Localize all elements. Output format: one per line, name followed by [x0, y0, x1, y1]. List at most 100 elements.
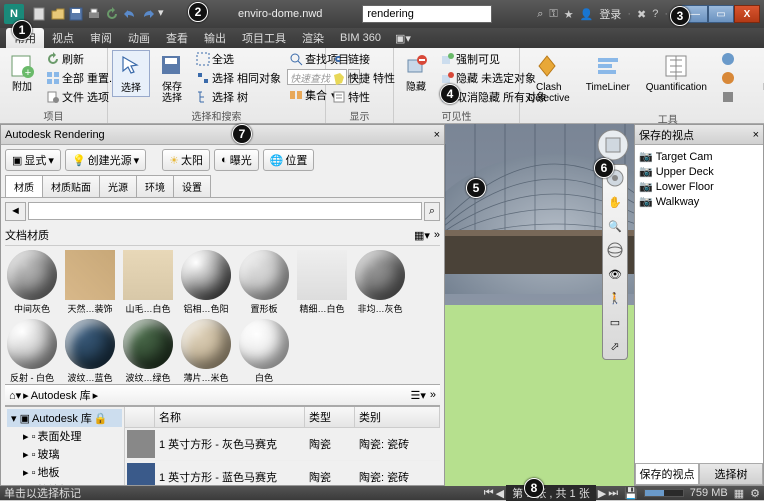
col-name[interactable]: 名称 [155, 407, 305, 427]
panel-close-icon[interactable]: × [753, 129, 759, 141]
viewcube[interactable] [596, 128, 630, 162]
key-icon[interactable]: ⚿ [549, 8, 557, 21]
dropdown-icon[interactable]: ▾ [158, 6, 174, 22]
next-icon[interactable]: ▶ [598, 487, 606, 500]
rendering-panel-header[interactable]: Autodesk Rendering × [1, 125, 444, 145]
exchange-icon[interactable]: ✖ [637, 8, 646, 21]
undo-icon[interactable] [122, 6, 138, 22]
tree-node[interactable]: ▾ ▣ Autodesk 库 🔒 [7, 409, 122, 427]
favorite-icon[interactable]: ★ [564, 8, 574, 21]
datatools-button[interactable]: DataTools [759, 50, 764, 95]
append-button[interactable]: + 附加 [4, 50, 40, 95]
create-light-button[interactable]: 💡创建光源▾ [65, 149, 146, 171]
select-icon[interactable]: ▭ [606, 313, 624, 331]
panel-close-icon[interactable]: × [434, 129, 440, 141]
new-icon[interactable] [32, 6, 48, 22]
tab-project-tools[interactable]: 项目工具 [234, 28, 294, 48]
tab-lighting[interactable]: 光源 [99, 175, 137, 197]
tab-render[interactable]: 渲染 [294, 28, 332, 48]
list-view-icon[interactable]: ☰▾ [410, 389, 425, 402]
saved-view-item[interactable]: 📷Lower Floor [639, 179, 759, 194]
saved-view-item[interactable]: 📷Walkway [639, 194, 759, 209]
library-row[interactable]: 1 英寸方形 - 蓝色马赛克陶瓷陶瓷: 瓷砖 [125, 461, 440, 485]
tab-bim360[interactable]: BIM 360 [332, 30, 389, 46]
grid-view-icon[interactable]: ▦▾ [414, 229, 430, 242]
saved-view-item[interactable]: 📷Target Cam [639, 149, 759, 164]
material-item[interactable]: 置形板 [237, 250, 291, 315]
sort-icon[interactable]: » [434, 229, 440, 242]
material-item[interactable]: 铝相…色阳 [179, 250, 233, 315]
save-icon[interactable] [68, 6, 84, 22]
appearance-icon[interactable] [721, 71, 735, 88]
help-search-input[interactable] [367, 8, 487, 20]
redo-icon[interactable] [140, 6, 156, 22]
select-all-button[interactable]: 全选 [194, 50, 283, 68]
show-button[interactable]: ▣显式▾ [5, 149, 61, 171]
tab-view[interactable]: 查看 [158, 28, 196, 48]
tab-settings[interactable]: 设置 [173, 175, 211, 197]
back-icon[interactable]: ◄ [5, 202, 26, 221]
location-button[interactable]: 🌐位置 [263, 149, 315, 171]
tab-viewpoint[interactable]: 视点 [44, 28, 82, 48]
tree-node[interactable]: ▸ ▫ 地板 [7, 463, 122, 481]
last-icon[interactable]: ⏭ [608, 487, 618, 500]
timeliner-button[interactable]: TimeLiner [582, 50, 634, 95]
pan-icon[interactable]: ✋ [606, 193, 624, 211]
material-item[interactable]: 天然…装饰 [63, 250, 117, 315]
login-link[interactable]: 登录 [599, 6, 621, 22]
tab-animation[interactable]: 动画 [120, 28, 158, 48]
close-button[interactable]: X [734, 5, 760, 23]
grid-icon[interactable]: ▦ [734, 487, 744, 500]
hide-button[interactable]: 隐藏 [398, 50, 434, 95]
tab-selection-tree[interactable]: 选择树 [699, 463, 763, 485]
batch-icon[interactable] [721, 90, 735, 107]
save-selection-button[interactable]: 保存 选择 [154, 50, 190, 106]
print-icon[interactable] [86, 6, 102, 22]
tab-material[interactable]: 材质 [5, 175, 43, 197]
orbit-icon[interactable] [606, 241, 624, 259]
tab-environment[interactable]: 环境 [136, 175, 174, 197]
tab-output[interactable]: 输出 [196, 28, 234, 48]
saved-view-item[interactable]: 📷Upper Deck [639, 164, 759, 179]
material-item[interactable]: 精细…白色 [295, 250, 349, 315]
home-icon[interactable]: ⌂▾ [9, 389, 21, 402]
quantification-button[interactable]: Quantification [642, 50, 711, 95]
first-icon[interactable]: ⏮ [484, 487, 494, 500]
clash-detective-button[interactable]: Clash Detective [524, 50, 574, 106]
help-icon[interactable]: ? [652, 8, 658, 20]
selection-tree-button[interactable]: 选择 树 [194, 88, 283, 106]
col-type[interactable]: 类型 [305, 407, 355, 427]
binoculars-icon[interactable]: ⌕ [537, 8, 543, 21]
library-row[interactable]: 1 英寸方形 - 灰色马赛克陶瓷陶瓷: 瓷砖 [125, 428, 440, 461]
select-button[interactable]: 选择 [112, 50, 150, 97]
ribbon-collapse-icon[interactable]: ▣▾ [395, 32, 411, 45]
zoom-icon[interactable]: 🔍 [606, 217, 624, 235]
expand-icon[interactable]: » [430, 389, 436, 402]
properties-button[interactable]: 特性 [330, 88, 397, 106]
search-icon[interactable]: ⌕ [424, 202, 440, 221]
material-item[interactable]: 山毛…白色 [121, 250, 175, 315]
material-item[interactable]: 波纹…绿色 [121, 319, 175, 384]
tab-review[interactable]: 审阅 [82, 28, 120, 48]
autodesk-render-icon[interactable] [721, 52, 735, 69]
views-panel-header[interactable]: 保存的视点 × [635, 125, 763, 145]
walk-icon[interactable]: 🚶 [606, 289, 624, 307]
prev-icon[interactable]: ◀ [496, 487, 504, 500]
links-button[interactable]: 链接 [330, 50, 397, 68]
quick-props-button[interactable]: 快捷 特性 [330, 69, 397, 87]
sun-button[interactable]: ☀太阳 [162, 149, 210, 171]
tree-node[interactable]: ▸ ▫ 表面处理 [7, 427, 122, 445]
material-item[interactable]: 白色 [237, 319, 291, 384]
tab-material-map[interactable]: 材质贴面 [42, 175, 100, 197]
look-icon[interactable]: 👁 [606, 265, 624, 283]
settings-icon[interactable]: ⚙ [750, 487, 760, 500]
material-item[interactable]: 中间灰色 [5, 250, 59, 315]
pointer-icon[interactable]: ⬀ [606, 337, 624, 355]
sheet-nav[interactable]: ⏮ ◀ 第 1 张 , 共 1 张 ▶ ⏭ [484, 485, 618, 501]
help-search-box[interactable] [362, 5, 492, 23]
material-item[interactable]: 非均…灰色 [353, 250, 407, 315]
open-icon[interactable] [50, 6, 66, 22]
tree-node[interactable]: ▸ ▫ 玻璃 [7, 445, 122, 463]
maximize-button[interactable]: ▭ [708, 5, 734, 23]
material-search-input[interactable] [28, 202, 422, 220]
